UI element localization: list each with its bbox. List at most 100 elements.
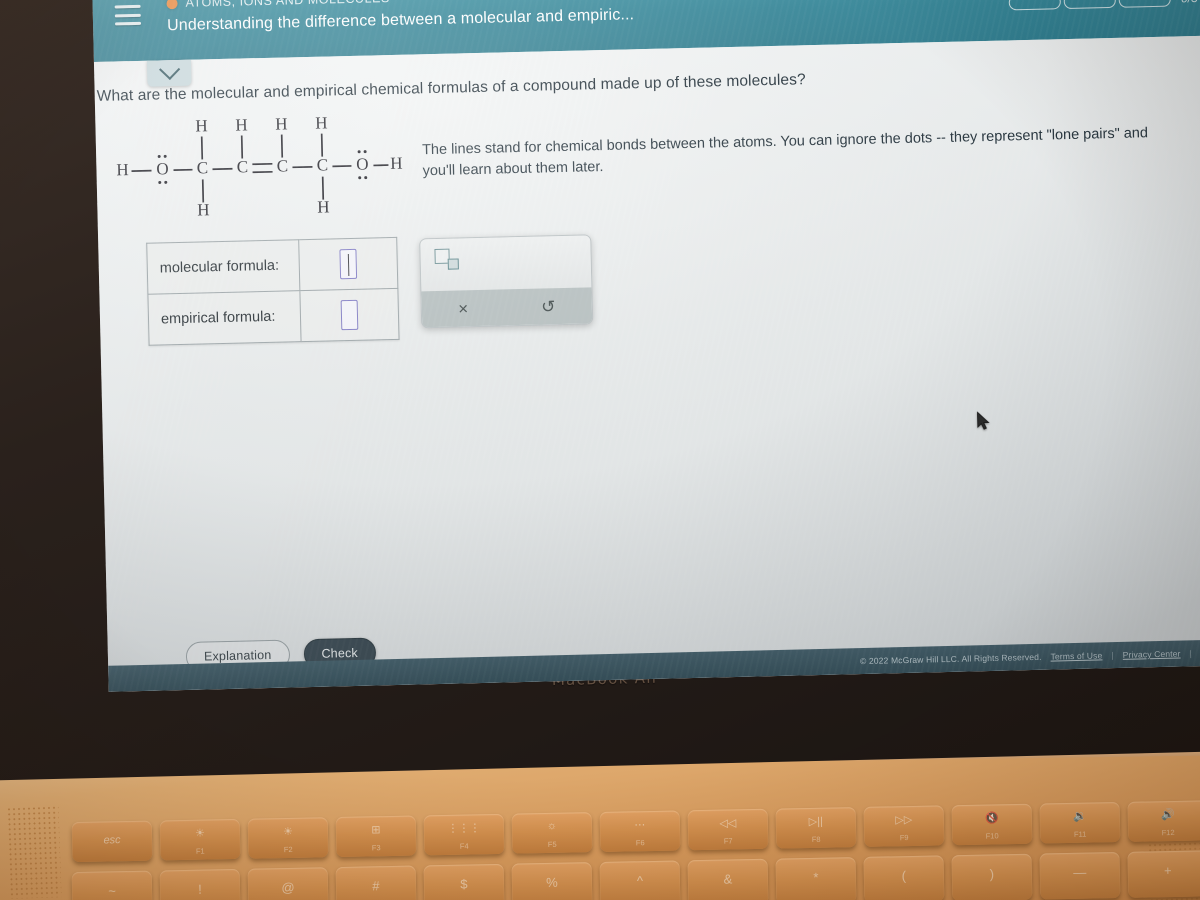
key-fn-label: F7 xyxy=(723,836,733,846)
photograph-of-laptop: MacBook Air ATOMS, IONS AND MOLECULES Un… xyxy=(0,0,1200,900)
molecular-formula-input[interactable] xyxy=(339,248,358,280)
key-glyph: ◁◁ xyxy=(719,817,737,830)
key-glyph: $ xyxy=(460,876,468,892)
empirical-formula-cell[interactable] xyxy=(299,288,400,342)
key-![interactable]: ! xyxy=(159,868,241,900)
key-glyph: ^ xyxy=(636,873,644,889)
progress-count-label: 0/3 xyxy=(1181,0,1198,5)
laptop-screen: ATOMS, IONS AND MOLECULES Understanding … xyxy=(92,0,1200,692)
table-row: molecular formula: xyxy=(146,237,398,295)
key-glyph: ) xyxy=(989,866,995,882)
key-glyph: ☀ xyxy=(194,827,206,840)
atom-H-left: H xyxy=(116,160,129,179)
header-text-block: ATOMS, IONS AND MOLECULES Understanding … xyxy=(166,0,1009,35)
empirical-formula-input[interactable] xyxy=(340,299,359,331)
formula-answer-table: molecular formula: empirical formula: xyxy=(146,236,400,346)
toolbar-icons-row xyxy=(420,235,592,292)
key-fn-label: F9 xyxy=(899,833,909,843)
key-fn-label: F5 xyxy=(547,839,557,850)
atom-H-bottom-2: H xyxy=(317,197,330,216)
laptop-keyboard: esc ☀ F1 ☀ F2 ⊞ F3 ⋮⋮⋮ F4 ☼ F5 ⋯ F6 ◁◁ F7 ▷|| F8 ▷▷ F9 🔇 F10… xyxy=(0,800,1200,900)
key-f7[interactable]: ◁◁ F7 xyxy=(687,808,769,851)
key-)[interactable]: ) xyxy=(951,853,1033,900)
terms-of-use-link[interactable]: Terms of Use xyxy=(1050,650,1102,661)
key-+[interactable]: + xyxy=(1127,850,1200,898)
key-f3[interactable]: ⊞ F3 xyxy=(335,815,417,858)
key-f6[interactable]: ⋯ F6 xyxy=(599,810,681,852)
clear-input-button[interactable]: × xyxy=(458,299,468,318)
key-glyph: ⋯ xyxy=(634,819,646,832)
key-fn-label: F4 xyxy=(459,841,469,851)
key-f12[interactable]: 🔊 F12 xyxy=(1127,800,1200,842)
progress-segment xyxy=(1008,0,1062,10)
key-f5[interactable]: ☼ F5 xyxy=(511,812,593,854)
atom-H-top-2: H xyxy=(235,115,248,134)
formula-input-toolbar: × ↺ xyxy=(419,234,594,329)
molecular-formula-label: molecular formula: xyxy=(146,239,300,295)
atom-C3: C xyxy=(277,156,289,175)
topic-label: ATOMS, IONS AND MOLECULES xyxy=(185,0,390,10)
structure-explanation-note: The lines stand for chemical bonds betwe… xyxy=(421,125,1149,180)
atom-H-bottom-1: H xyxy=(197,200,210,219)
key-f9[interactable]: ▷▷ F9 xyxy=(863,805,945,847)
chevron-down-icon xyxy=(158,58,180,80)
key-@[interactable]: @ xyxy=(247,867,329,900)
question-content-area: What are the molecular and empirical che… xyxy=(93,34,1200,692)
copyright-text: © 2022 McGraw Hill LLC. All Rights Reser… xyxy=(859,651,1042,667)
key-glyph: ! xyxy=(198,881,202,897)
key-glyph: ☀ xyxy=(282,825,293,839)
key-glyph: @ xyxy=(281,879,295,896)
key-%[interactable]: % xyxy=(511,862,593,900)
key-glyph: ⋮⋮⋮ xyxy=(447,822,481,835)
toolbar-action-row: × ↺ xyxy=(421,287,593,328)
key-*[interactable]: * xyxy=(775,857,857,900)
subscript-icon[interactable] xyxy=(434,248,465,271)
key-glyph: ~ xyxy=(108,883,116,899)
key-^[interactable]: ^ xyxy=(599,860,681,900)
collapse-panel-button[interactable] xyxy=(146,58,192,87)
key-#[interactable]: # xyxy=(335,865,417,900)
key-f1[interactable]: ☀ F1 xyxy=(159,818,241,861)
atom-C1: C xyxy=(197,158,209,177)
key-f10[interactable]: 🔇 F10 xyxy=(951,803,1033,846)
key-fn-label: F6 xyxy=(635,838,645,848)
key-fn-label: F2 xyxy=(283,844,293,855)
atom-H-top-3: H xyxy=(275,114,288,133)
key-f4[interactable]: ⋮⋮⋮ F4 xyxy=(423,813,505,856)
key-([interactable]: ( xyxy=(863,855,945,900)
progress-segment xyxy=(1063,0,1117,9)
footer-separator: | xyxy=(1111,650,1114,661)
key-&[interactable]: & xyxy=(687,858,769,900)
progress-segment xyxy=(1118,0,1172,8)
key-fn-label: F11 xyxy=(1073,829,1087,839)
key-f8[interactable]: ▷|| F8 xyxy=(775,807,857,849)
atom-C4: C xyxy=(317,155,329,174)
molecular-formula-cell[interactable] xyxy=(298,237,398,291)
key-esc[interactable]: esc xyxy=(71,820,153,863)
atom-H-top-1: H xyxy=(195,116,208,135)
key-glyph: ( xyxy=(901,868,907,884)
key-fn-label: F8 xyxy=(811,834,821,844)
footer-separator: | xyxy=(1189,648,1193,659)
empirical-formula-label: empirical formula: xyxy=(147,290,302,346)
key-glyph: * xyxy=(813,869,819,885)
key-glyph: & xyxy=(723,871,733,887)
key-glyph: + xyxy=(1163,863,1172,879)
topic-status-dot-icon xyxy=(166,0,178,9)
header-right-controls: 0/3 xyxy=(1008,0,1200,22)
answer-entry-area: molecular formula: empirical formula: × … xyxy=(146,217,1200,346)
key-fn-label: F12 xyxy=(1161,827,1175,838)
molecule-and-note-row: H O C C C C O H H H H H H H The lines st… xyxy=(95,91,1200,222)
key-$[interactable]: $ xyxy=(423,863,505,900)
hamburger-menu-icon[interactable] xyxy=(114,4,142,26)
key-—[interactable]: — xyxy=(1039,852,1121,900)
atom-C2: C xyxy=(237,157,249,176)
key-glyph: # xyxy=(372,878,380,894)
key-~[interactable]: ~ xyxy=(71,870,153,900)
progress-indicator: 0/3 xyxy=(1008,0,1198,10)
key-f11[interactable]: 🔉 F11 xyxy=(1039,802,1121,844)
key-glyph: ☼ xyxy=(546,819,558,833)
privacy-center-link[interactable]: Privacy Center xyxy=(1123,649,1181,660)
undo-button[interactable]: ↺ xyxy=(541,297,556,316)
key-f2[interactable]: ☀ F2 xyxy=(247,817,329,859)
